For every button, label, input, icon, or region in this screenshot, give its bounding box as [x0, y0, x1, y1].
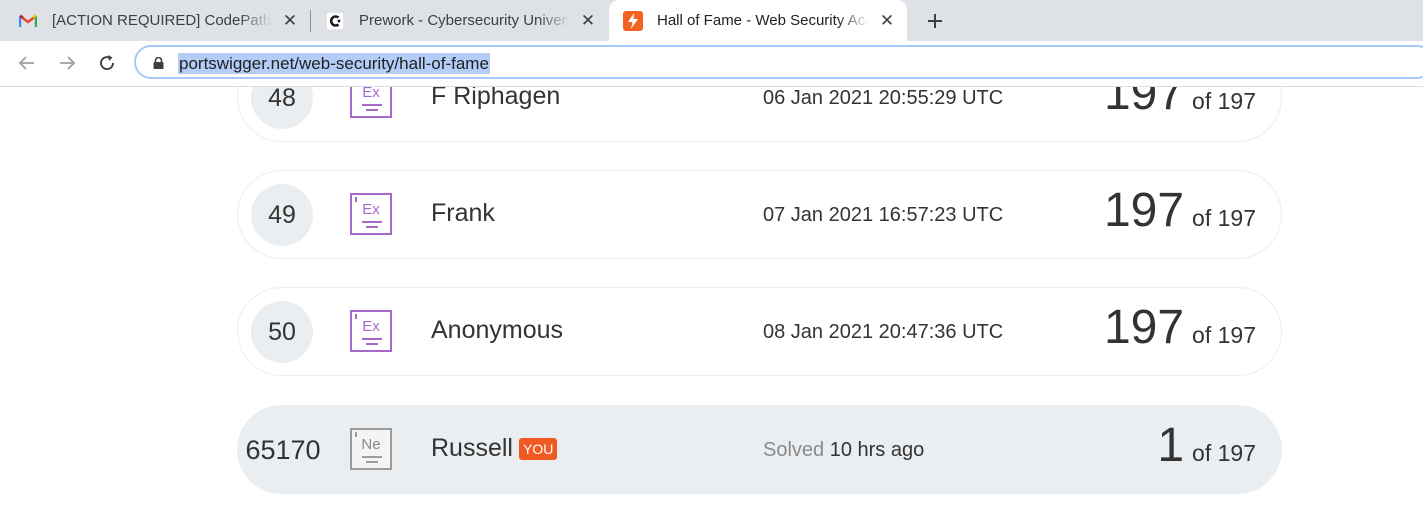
novice-badge-icon: Ne — [350, 428, 392, 470]
portswigger-icon — [623, 10, 643, 31]
forward-arrow-icon — [60, 56, 76, 70]
reload-icon — [100, 55, 114, 70]
url-text[interactable]: portswigger.net/web-security/hall-of-fam… — [178, 53, 490, 74]
gmail-icon — [18, 11, 38, 31]
tab-strip: [ACTION REQUIRED] CodePath application ✕… — [0, 0, 1423, 41]
labs-solved: 197 of 197 — [1103, 87, 1256, 120]
tab-title: Prework - Cybersecurity University — [359, 12, 570, 29]
current-user-row: 65170 Ne Russell YOU Solved 10 hrs ago 1… — [237, 405, 1282, 494]
expert-badge-icon: Ex — [350, 87, 392, 118]
tab-title: [ACTION REQUIRED] CodePath application — [52, 12, 272, 29]
labs-solved: 1 of 197 — [1157, 419, 1256, 472]
player-name: Frank — [431, 199, 495, 227]
rank-number: 50 — [251, 301, 313, 363]
lock-icon — [153, 57, 164, 69]
rank-number: 65170 — [245, 434, 321, 465]
forward-button[interactable] — [54, 50, 80, 76]
leaderboard-row: 48 Ex F Riphagen 06 Jan 2021 20:55:29 UT… — [237, 87, 1282, 142]
leaderboard-row: 50 Ex Anonymous 08 Jan 2021 20:47:36 UTC… — [237, 287, 1282, 376]
rank-number: 49 — [251, 184, 313, 246]
hall-of-fame-list: 48 Ex F Riphagen 06 Jan 2021 20:55:29 UT… — [0, 87, 1423, 532]
close-icon[interactable]: ✕ — [578, 11, 598, 31]
solved-time: Solved 10 hrs ago — [763, 439, 925, 461]
close-icon[interactable]: ✕ — [877, 11, 897, 31]
back-arrow-icon — [18, 56, 34, 70]
codepath-icon — [325, 11, 345, 31]
address-bar[interactable]: portswigger.net/web-security/hall-of-fam… — [134, 45, 1423, 79]
rank-number: 48 — [251, 87, 313, 129]
you-badge: YOU — [518, 437, 558, 460]
expert-badge-icon: Ex — [350, 193, 392, 235]
completion-date: 08 Jan 2021 20:47:36 UTC — [763, 321, 1004, 343]
plus-icon — [928, 14, 942, 28]
player-name: Russell YOU — [431, 434, 558, 463]
tab-prework[interactable]: Prework - Cybersecurity University ✕ — [311, 0, 608, 41]
tab-title: Hall of Fame - Web Security Academy — [657, 12, 869, 29]
player-name: F Riphagen — [431, 87, 561, 110]
completion-date: 07 Jan 2021 16:57:23 UTC — [763, 204, 1004, 226]
back-button[interactable] — [14, 50, 40, 76]
player-name: Anonymous — [431, 316, 564, 344]
tab-hall-of-fame[interactable]: Hall of Fame - Web Security Academy ✕ — [609, 0, 907, 41]
labs-solved: 197 of 197 — [1103, 184, 1256, 237]
browser-toolbar: portswigger.net/web-security/hall-of-fam… — [0, 41, 1423, 87]
expert-badge-icon: Ex — [350, 310, 392, 352]
labs-solved: 197 of 197 — [1103, 301, 1256, 354]
close-icon[interactable]: ✕ — [280, 11, 300, 31]
new-tab-button[interactable] — [922, 8, 948, 34]
leaderboard-row: 49 Ex Frank 07 Jan 2021 16:57:23 UTC 197… — [237, 170, 1282, 259]
tab-gmail[interactable]: [ACTION REQUIRED] CodePath application ✕ — [0, 0, 310, 41]
reload-button[interactable] — [94, 50, 120, 76]
completion-date: 06 Jan 2021 20:55:29 UTC — [763, 87, 1004, 109]
